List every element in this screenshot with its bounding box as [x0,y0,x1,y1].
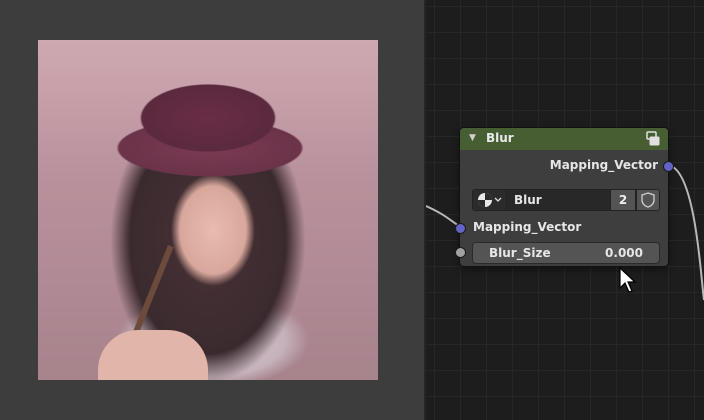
collapse-arrow-icon[interactable]: ▼ [469,133,476,143]
output-socket-label: Mapping_Vector [549,158,658,172]
texture-type-button[interactable] [472,189,507,211]
output-link [670,165,704,301]
blur-size-field[interactable]: Blur_Size 0.000 [472,242,660,264]
image-preview [38,40,378,380]
fake-user-shield-icon [641,192,655,208]
chevron-down-icon [494,197,502,202]
input-socket-blur-size[interactable] [455,247,466,258]
input-socket-mapping-vector[interactable] [455,223,466,234]
output-socket[interactable] [663,161,674,172]
fake-user-button[interactable] [636,189,660,211]
node-title: Blur [486,131,514,145]
datablock-name-field[interactable]: Blur [506,189,617,211]
node-group-icon[interactable] [646,131,660,146]
datablock-users-count[interactable]: 2 [610,189,636,211]
texture-type-icon [478,193,502,207]
node-header[interactable]: ▼ Blur [460,128,668,150]
blur-size-value: 0.000 [605,246,643,260]
image-content-hand [98,330,208,380]
datablock-selector[interactable]: Blur 2 [472,189,660,211]
image-editor-panel [0,0,424,420]
mouse-cursor-icon [619,266,637,293]
node-editor-canvas[interactable]: ▼ Blur Mapping_Vector Blur 2 Mapping_Vec… [426,0,704,420]
blur-node[interactable]: ▼ Blur Mapping_Vector Blur 2 Mapping_Vec… [455,128,674,266]
input-link [426,205,460,227]
blur-size-label: Blur_Size [489,246,551,260]
input-socket-label: Mapping_Vector [473,220,582,234]
